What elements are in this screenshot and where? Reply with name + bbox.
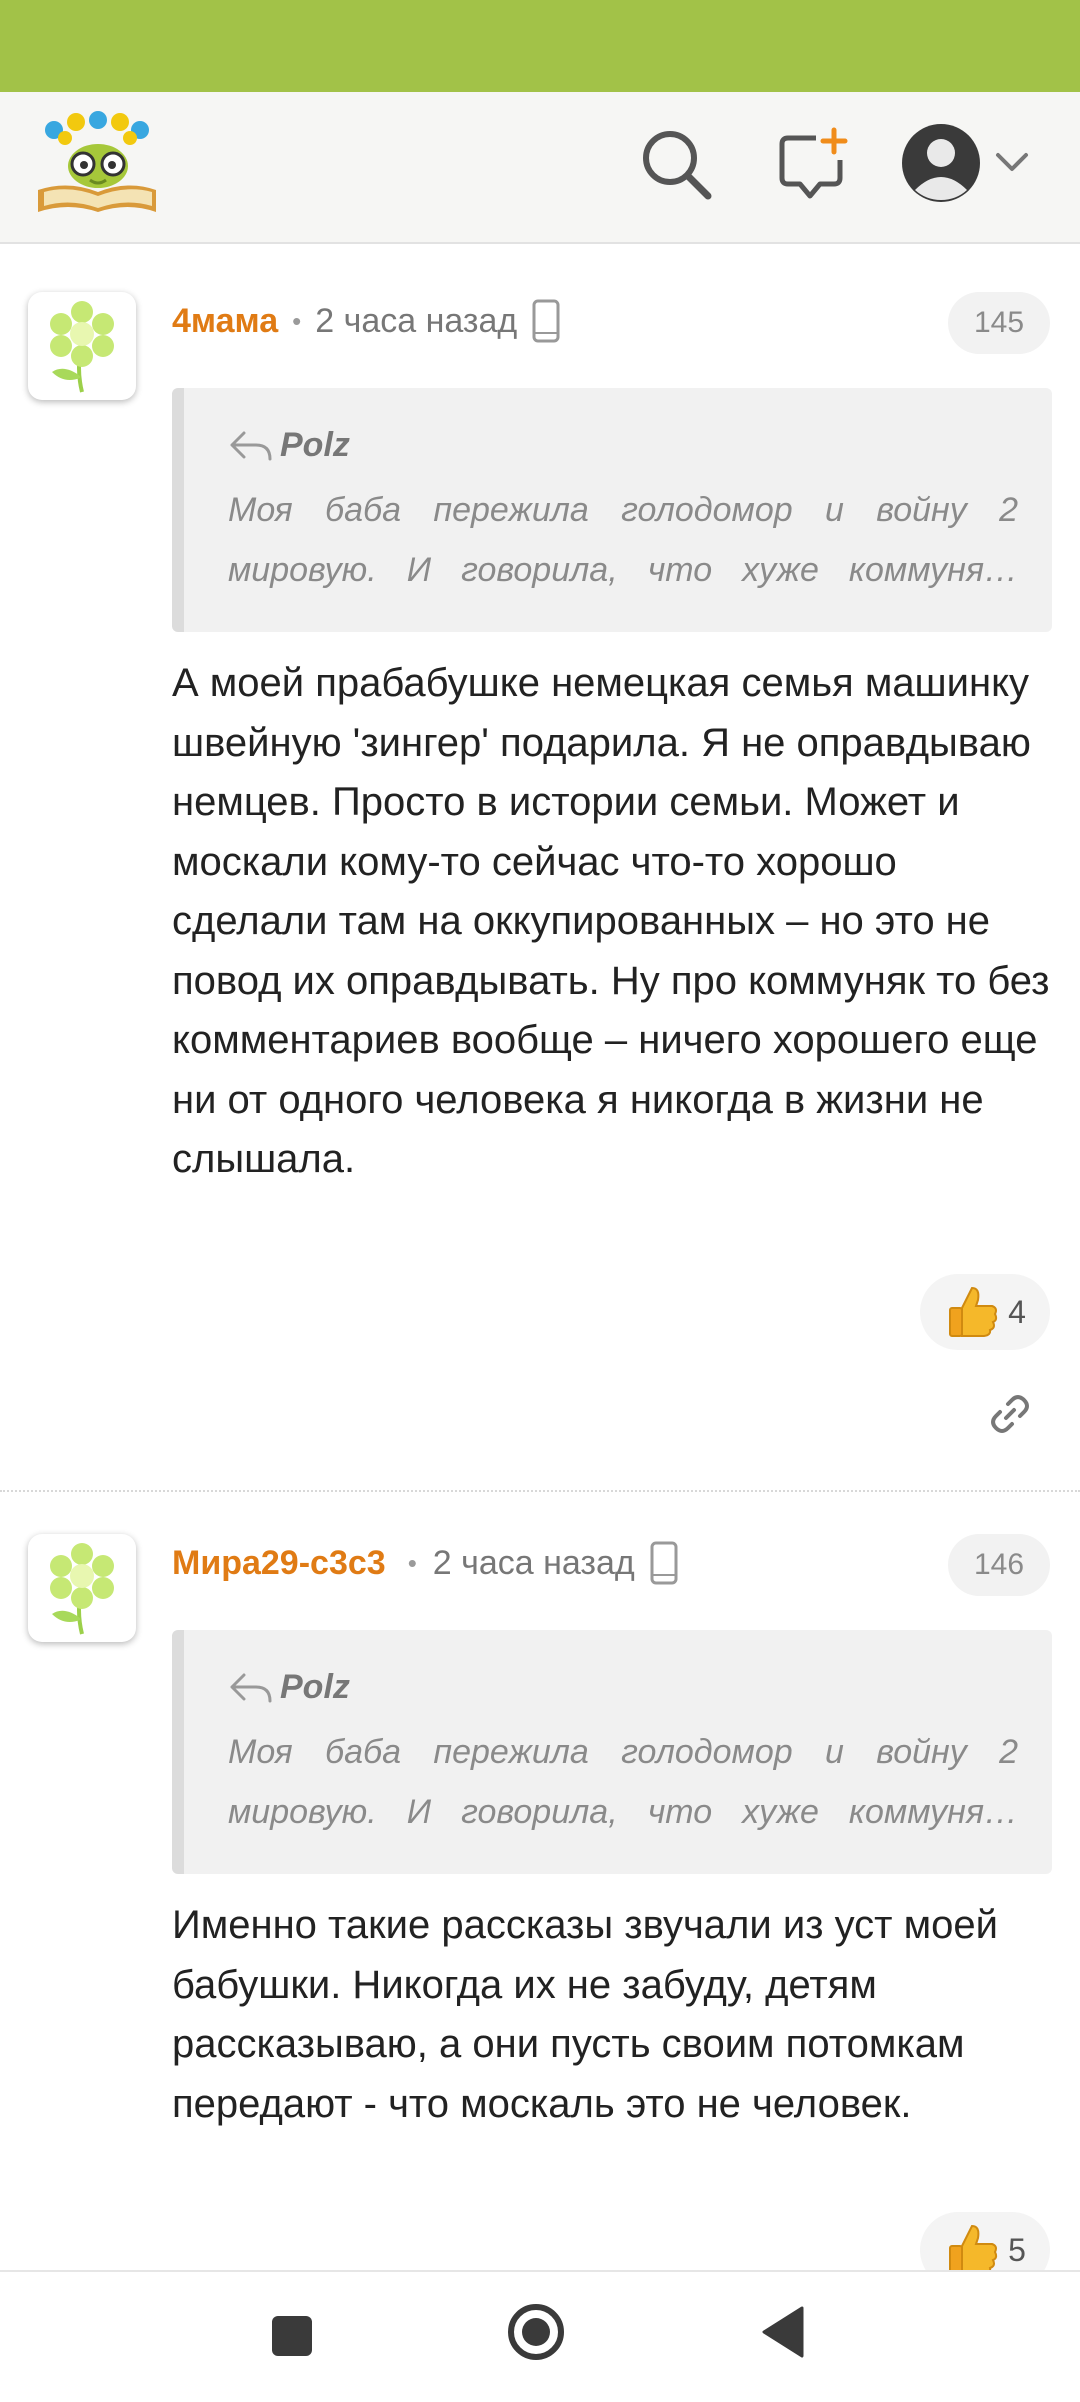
quote-author: Polz <box>280 426 350 464</box>
comment-text: А моей прабабушке немецкая семья машинку… <box>172 661 1050 1181</box>
comment-author[interactable]: 4мама <box>172 302 278 341</box>
home-circle-icon[interactable] <box>506 2302 566 2367</box>
like-button[interactable]: 5 <box>920 2212 1050 2270</box>
search-icon[interactable] <box>640 128 714 207</box>
quote-text: Моя баба пережила голодомор и войну 2 ми… <box>228 1733 1018 1831</box>
flower-icon <box>50 301 114 393</box>
comment: 4мама • 2 часа назад 145 Polz Моя баба п… <box>0 268 1080 1538</box>
thumbs-up-icon <box>944 1282 1000 1343</box>
comment-text: Именно такие рассказы звучали из уст мое… <box>172 1903 998 2126</box>
new-message-icon[interactable] <box>776 126 852 207</box>
comment-number-badge[interactable]: 146 <box>948 1534 1050 1596</box>
quote-block[interactable]: Polz Моя баба пережила голодомор и войну… <box>172 388 1052 632</box>
comment-time: 2 часа назад <box>315 301 518 340</box>
comment-time: 2 часа назад <box>432 1543 635 1582</box>
recents-square-icon[interactable] <box>270 2314 314 2363</box>
thumbs-up-icon <box>944 2220 1000 2270</box>
system-nav-bar <box>0 2270 1080 2402</box>
like-count: 4 <box>1008 1293 1026 1330</box>
like-count: 5 <box>1008 2231 1026 2268</box>
avatar[interactable] <box>28 1534 136 1642</box>
flower-icon <box>50 1543 114 1635</box>
app-header <box>0 92 1080 244</box>
mobile-device-icon <box>649 1541 679 1585</box>
comment: Мира29-с3с3 • 2 часа назад 146 Polz Моя … <box>0 1516 1080 2270</box>
avatar[interactable] <box>28 292 136 400</box>
comment-divider <box>0 1490 1080 1492</box>
account-icon[interactable] <box>900 122 982 209</box>
quote-block[interactable]: Polz Моя баба пережила голодомор и войну… <box>172 1630 1052 1874</box>
mobile-device-icon <box>531 299 561 343</box>
comment-number-badge[interactable]: 145 <box>948 292 1050 354</box>
separator-dot: • <box>407 1547 417 1578</box>
reply-icon <box>230 1673 272 1702</box>
quote-text: Моя баба пережила голодомор и войну 2 ми… <box>228 491 1018 589</box>
logo[interactable] <box>32 108 162 218</box>
like-button[interactable]: 4 <box>920 1274 1050 1350</box>
separator-dot: • <box>292 305 302 336</box>
reply-icon <box>230 431 272 460</box>
comment-author[interactable]: Мира29-с3с3 <box>172 1544 386 1583</box>
link-icon[interactable] <box>988 1392 1032 1441</box>
chevron-down-icon[interactable] <box>994 150 1030 179</box>
status-bar <box>0 0 1080 92</box>
quote-author: Polz <box>280 1668 350 1706</box>
back-triangle-icon[interactable] <box>760 2306 806 2363</box>
comments-list: 4мама • 2 часа назад 145 Polz Моя баба п… <box>0 244 1080 2270</box>
